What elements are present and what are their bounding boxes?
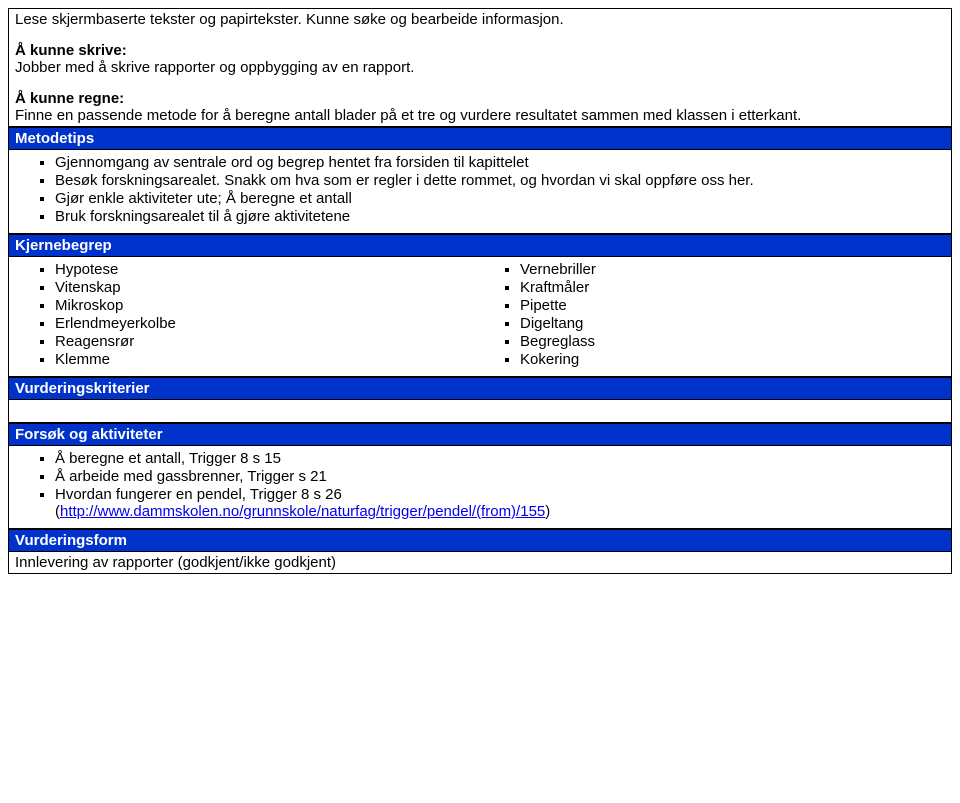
vurderingsform-body: Innlevering av rapporter (godkjent/ikke …	[9, 552, 951, 573]
list-item: Gjennomgang av sentrale ord og begrep he…	[55, 154, 945, 171]
pendel-link[interactable]: http://www.dammskolen.no/grunnskole/natu…	[60, 503, 545, 520]
intro-section: Lese skjermbaserte tekster og papirtekst…	[9, 9, 951, 127]
list-item: Begreglass	[520, 333, 945, 350]
forsok-header: Forsøk og aktiviteter	[9, 423, 951, 446]
list-item: Digeltang	[520, 315, 945, 332]
kjernebegrep-body: Hypotese Vitenskap Mikroskop Erlendmeyer…	[9, 257, 951, 377]
vurderingskriterier-header: Vurderingskriterier	[9, 377, 951, 400]
list-item: Vernebriller	[520, 261, 945, 278]
list-item: Besøk forskningsarealet. Snakk om hva so…	[55, 172, 945, 189]
kjernebegrep-header: Kjernebegrep	[9, 234, 951, 257]
metodetips-header: Metodetips	[9, 127, 951, 150]
vurderingsform-header: Vurderingsform	[9, 529, 951, 552]
metodetips-body: Gjennomgang av sentrale ord og begrep he…	[9, 150, 951, 234]
vurderingskriterier-body	[9, 400, 951, 423]
list-item: Kraftmåler	[520, 279, 945, 296]
regne-body: Finne en passende metode for å beregne a…	[15, 107, 945, 124]
intro-line1: Lese skjermbaserte tekster og papirtekst…	[15, 11, 945, 28]
link-suffix: )	[545, 503, 550, 520]
forsok-body: Å beregne et antall, Trigger 8 s 15 Å ar…	[9, 446, 951, 529]
list-item: Å beregne et antall, Trigger 8 s 15	[55, 450, 945, 467]
skrive-heading: Å kunne skrive:	[15, 42, 945, 59]
pendel-text: Hvordan fungerer en pendel, Trigger 8 s …	[55, 486, 342, 503]
list-item: Hypotese	[55, 261, 480, 278]
list-item: Erlendmeyerkolbe	[55, 315, 480, 332]
list-item: Bruk forskningsarealet til å gjøre aktiv…	[55, 208, 945, 225]
list-item: Gjør enkle aktiviteter ute; Å beregne et…	[55, 190, 945, 207]
list-item: Klemme	[55, 351, 480, 368]
list-item: Å arbeide med gassbrenner, Trigger s 21	[55, 468, 945, 485]
regne-heading: Å kunne regne:	[15, 90, 945, 107]
document-table: Lese skjermbaserte tekster og papirtekst…	[8, 8, 952, 574]
list-item: Reagensrør	[55, 333, 480, 350]
list-item: Kokering	[520, 351, 945, 368]
list-item: Hvordan fungerer en pendel, Trigger 8 s …	[55, 486, 945, 520]
list-item: Vitenskap	[55, 279, 480, 296]
list-item: Pipette	[520, 297, 945, 314]
list-item: Mikroskop	[55, 297, 480, 314]
skrive-body: Jobber med å skrive rapporter og oppbygg…	[15, 59, 945, 76]
